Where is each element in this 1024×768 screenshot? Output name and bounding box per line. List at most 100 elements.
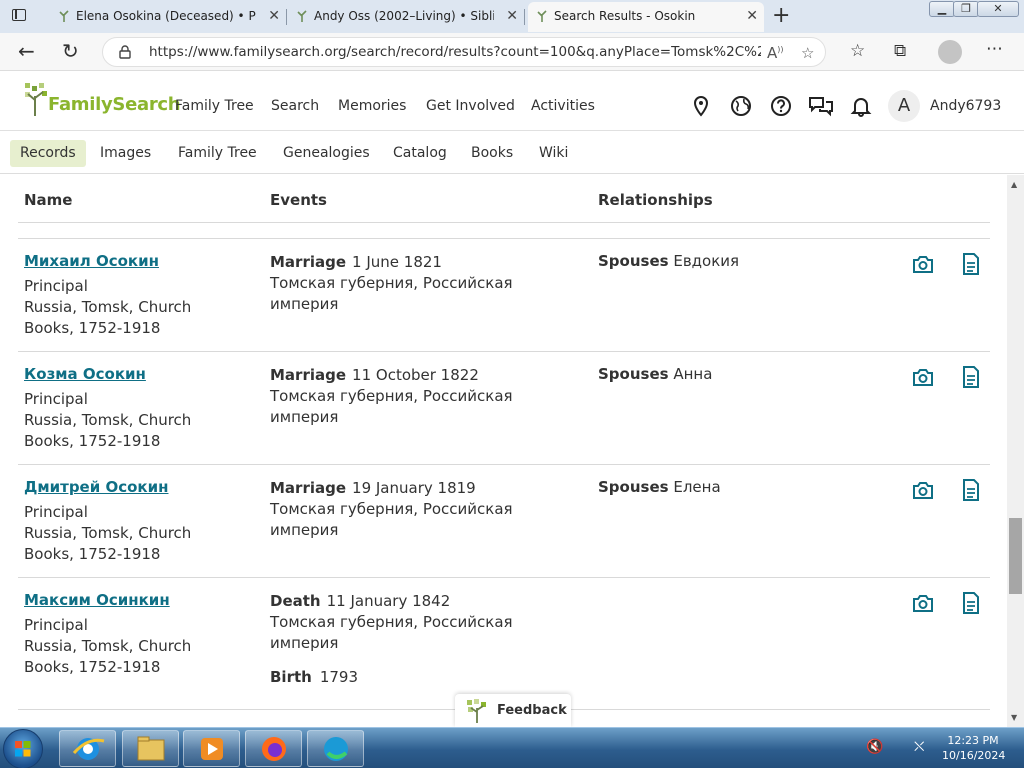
nav-search[interactable]: Search (271, 98, 319, 114)
camera-icon[interactable] (912, 593, 934, 613)
subnav-books[interactable]: Books (461, 140, 523, 167)
taskbar-edge[interactable] (307, 730, 364, 767)
nav-memories[interactable]: Memories (338, 98, 406, 114)
familysearch-favicon-icon (297, 10, 307, 22)
feedback-button[interactable]: Feedback (455, 694, 571, 727)
nav-family-tree[interactable]: Family Tree (175, 98, 254, 114)
taskbar-firefox[interactable] (245, 730, 302, 767)
document-icon[interactable] (962, 592, 980, 614)
browser-profile-icon[interactable] (938, 40, 962, 64)
tab-title: Andy Oss (2002–Living) • Siblings (314, 9, 494, 23)
person-name-link[interactable]: Козма Осокин (24, 365, 146, 383)
notifications-bell-icon[interactable] (850, 95, 872, 117)
subnav-images[interactable]: Images (90, 140, 161, 167)
subnav-records[interactable]: Records (10, 140, 86, 167)
username[interactable]: Andy6793 (930, 98, 1001, 114)
edge-icon (324, 737, 348, 761)
camera-icon[interactable] (912, 254, 934, 274)
person-name-link[interactable]: Дмитрей Осокин (24, 478, 168, 496)
camera-icon[interactable] (912, 367, 934, 387)
location-pin-icon[interactable] (690, 95, 712, 117)
collection-name: Russia, Tomsk, Church Books, 1752-1918 (24, 298, 192, 337)
subnav-family-tree[interactable]: Family Tree (168, 140, 267, 167)
person-name-link[interactable]: Михаил Осокин (24, 252, 159, 270)
nav-activities[interactable]: Activities (531, 98, 595, 114)
document-icon[interactable] (962, 479, 980, 501)
new-tab-icon[interactable]: + (772, 3, 790, 28)
event-block: Marriage 11 October 1822 Томская губерния… (270, 365, 560, 428)
nav-get-involved[interactable]: Get Involved (426, 98, 515, 114)
minimize-window-button[interactable]: ▁ (929, 1, 955, 17)
feedback-tree-icon (467, 699, 486, 723)
person-role: Principal (24, 390, 88, 408)
event-place: Томская губерния, Российская империя (270, 387, 513, 426)
clock-time: 12:23 PM (947, 734, 999, 747)
document-icon[interactable] (962, 366, 980, 388)
close-tab-icon[interactable]: ✕ (746, 2, 758, 30)
internet-explorer-icon (72, 738, 105, 760)
messages-icon[interactable] (808, 95, 834, 117)
help-icon[interactable] (770, 95, 792, 117)
more-options-icon[interactable]: ⋯ (986, 39, 1003, 59)
event-block: Death 11 January 1842 Томская губерния, Р… (270, 591, 560, 654)
relationship-label: Spouses (598, 365, 669, 383)
event-type: Birth (270, 668, 312, 686)
refresh-icon[interactable]: ↻ (62, 39, 79, 63)
clock-date: 10/16/2024 (942, 749, 1006, 762)
site-logo-text[interactable]: FamilySearch (48, 94, 181, 115)
browser-tab-active[interactable]: Search Results - Osokin ✕ (528, 2, 764, 32)
event-place: Томская губерния, Российская империя (270, 274, 513, 313)
familysearch-favicon-icon (59, 10, 69, 22)
browser-tab[interactable]: Elena Osokina (Deceased) • Personal ✕ (50, 2, 287, 32)
favorites-icon[interactable]: ☆ (850, 41, 865, 61)
document-icon[interactable] (962, 253, 980, 275)
globe-icon[interactable] (730, 95, 752, 117)
add-favorite-icon[interactable]: ☆ (801, 44, 814, 62)
read-aloud-icon[interactable]: A)) (767, 44, 784, 62)
familysearch-tree-logo-icon[interactable] (24, 82, 50, 118)
scrollbar-thumb[interactable] (1009, 518, 1022, 594)
collections-icon[interactable]: ⧉ (894, 41, 906, 61)
url-text[interactable]: https://www.familysearch.org/search/reco… (149, 44, 761, 60)
user-avatar[interactable]: A (888, 90, 920, 122)
event-place: Томская губерния, Российская империя (270, 500, 513, 539)
tab-actions-icon[interactable] (10, 7, 30, 25)
taskbar-internet-explorer[interactable] (59, 730, 116, 767)
familysearch-favicon-icon (537, 10, 547, 22)
column-header-relationships: Relationships (598, 191, 713, 209)
event-block-secondary: Birth 1793 (270, 668, 358, 686)
relationship-block: Spouses Елена (598, 478, 721, 496)
windows-logo-icon (15, 741, 31, 757)
browser-tab[interactable]: Andy Oss (2002–Living) • Siblings ✕ (288, 2, 525, 32)
taskbar-clock[interactable]: 12:23 PM 10/16/2024 (942, 733, 1006, 763)
tab-title: Search Results - Osokin (554, 9, 696, 23)
close-tab-icon[interactable]: ✕ (268, 2, 280, 30)
person-name-link[interactable]: Максим Осинкин (24, 591, 170, 609)
address-bar[interactable]: https://www.familysearch.org/search/reco… (102, 37, 826, 67)
column-header-name[interactable]: Name (24, 191, 72, 209)
start-button[interactable] (3, 729, 43, 768)
page-scrollbar[interactable]: ▲ ▼ (1007, 175, 1024, 727)
taskbar-media-player[interactable] (183, 730, 240, 767)
close-window-button[interactable]: ✕ (977, 1, 1019, 17)
event-type: Marriage (270, 366, 347, 384)
person-role: Principal (24, 277, 88, 295)
event-block: Marriage 19 January 1819 Томская губерния… (270, 478, 560, 541)
scroll-up-arrow-icon[interactable]: ▲ (1011, 180, 1017, 189)
taskbar-file-explorer[interactable] (122, 730, 179, 767)
camera-icon[interactable] (912, 480, 934, 500)
collection-name: Russia, Tomsk, Church Books, 1752-1918 (24, 411, 192, 450)
subnav-genealogies[interactable]: Genealogies (273, 140, 380, 167)
divider (18, 222, 990, 223)
scroll-down-arrow-icon[interactable]: ▼ (1011, 713, 1017, 722)
firefox-icon (262, 737, 286, 761)
subnav-wiki[interactable]: Wiki (529, 140, 578, 167)
volume-muted-icon[interactable]: 🔇 (866, 739, 883, 755)
tab-title: Elena Osokina (Deceased) • Personal (76, 9, 256, 23)
subnav-catalog[interactable]: Catalog (383, 140, 457, 167)
network-disconnected-icon[interactable]: ⛌ (914, 739, 924, 755)
close-tab-icon[interactable]: ✕ (506, 2, 518, 30)
restore-window-button[interactable]: ❐ (953, 1, 979, 17)
back-arrow-icon[interactable]: ← (18, 39, 35, 63)
windows-taskbar: 🔇 ⛌ 12:23 PM 10/16/2024 (0, 727, 1024, 768)
